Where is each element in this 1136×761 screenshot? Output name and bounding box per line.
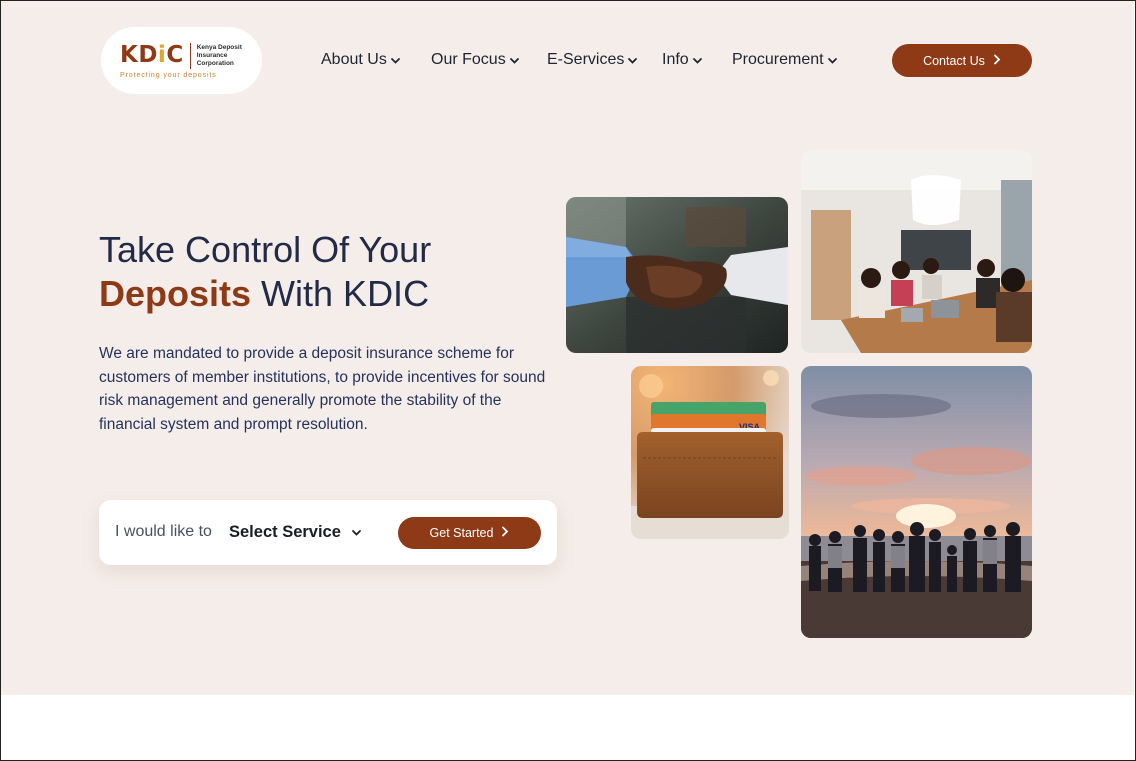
service-selector: I would like to Select Service Get Start…: [99, 500, 557, 565]
nav-label: E-Services: [547, 51, 625, 68]
nav-label: About Us: [321, 51, 387, 68]
nav-label: Our Focus: [431, 51, 506, 68]
kdic-logo[interactable]: KDiC Kenya Deposit Insurance Corporation…: [101, 27, 262, 94]
select-service-dropdown[interactable]: Select Service: [229, 521, 362, 543]
hero-title-accent: Deposits: [99, 273, 252, 314]
logo-divider: [189, 42, 191, 69]
nav-info[interactable]: Info: [662, 49, 703, 71]
handshake-photo: [566, 197, 788, 353]
chevron-down-icon: [827, 55, 838, 66]
service-prefix: I would like to: [115, 523, 212, 540]
chevron-down-icon: [351, 527, 362, 538]
chevron-down-icon: [692, 55, 703, 66]
nav-about-us[interactable]: About Us: [321, 49, 401, 71]
nav-procurement[interactable]: Procurement: [732, 49, 838, 71]
nav-our-focus[interactable]: Our Focus: [431, 49, 520, 71]
logo-name: Kenya Deposit Insurance Corporation: [196, 43, 242, 67]
contact-us-label: Contact Us: [923, 53, 985, 68]
hero-title-rest: With KDIC: [251, 273, 430, 314]
wallet-cards-photo: VISA: [631, 366, 789, 539]
beach-sunset-photo: [801, 366, 1032, 638]
office-meeting-photo: [801, 150, 1032, 353]
nav-e-services[interactable]: E-Services: [547, 49, 638, 71]
hero-title-line1: Take Control Of Your: [99, 229, 432, 270]
logo-tagline: Protecting your deposits: [120, 71, 217, 79]
get-started-button[interactable]: Get Started: [398, 517, 541, 549]
chevron-down-icon: [390, 55, 401, 66]
select-service-value: Select Service: [229, 522, 341, 541]
logo-mark: KDiC: [120, 42, 184, 68]
chevron-right-icon: [501, 526, 509, 540]
hero-section: KDiC Kenya Deposit Insurance Corporation…: [0, 0, 1134, 695]
hero-description: We are mandated to provide a deposit ins…: [99, 345, 546, 434]
nav-label: Info: [662, 51, 689, 68]
contact-us-button[interactable]: Contact Us: [892, 44, 1032, 77]
hero-title: Take Control Of Your Deposits With KDIC: [99, 228, 431, 316]
chevron-right-icon: [993, 54, 1001, 68]
chevron-down-icon: [509, 55, 520, 66]
chevron-down-icon: [627, 55, 638, 66]
nav-label: Procurement: [732, 51, 824, 68]
get-started-label: Get Started: [429, 526, 494, 540]
